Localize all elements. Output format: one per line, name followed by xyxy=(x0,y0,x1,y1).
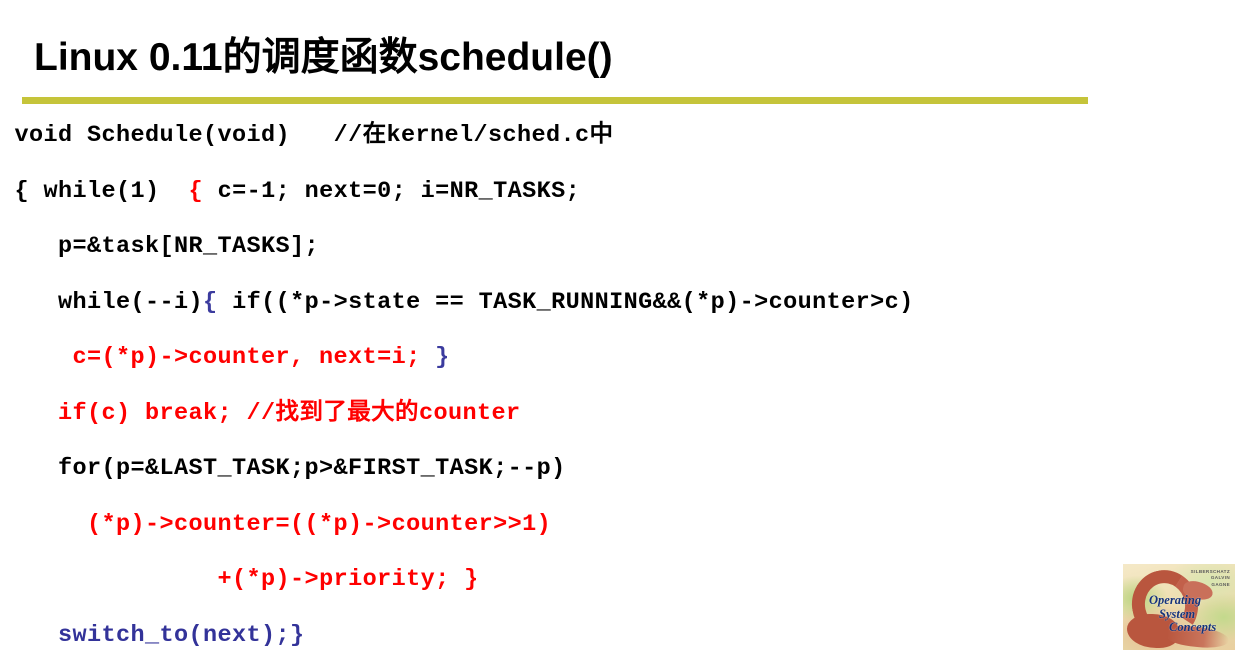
slide-canvas: Linux 0.11的调度函数schedule() void Schedule(… xyxy=(0,0,1239,654)
code-indent xyxy=(0,344,73,371)
book-title-line-2: System xyxy=(1159,608,1233,622)
title-divider xyxy=(22,97,1088,104)
code-line: (*p)->counter=((*p)->counter>>1) xyxy=(0,497,1239,553)
code-line: if(c) break; //找到了最大的counter xyxy=(0,386,1239,442)
code-token: c=-1; next=0; i=NR_TASKS; xyxy=(203,178,580,205)
code-line: p=&task[NR_TASKS]; xyxy=(0,219,1239,275)
book-author-3: GAGNE xyxy=(1191,582,1230,588)
code-indent xyxy=(0,233,58,260)
code-token: while(--i) xyxy=(58,289,203,316)
code-token: { xyxy=(203,289,218,316)
code-indent xyxy=(0,122,15,149)
book-title-line-1: Operating xyxy=(1149,594,1233,608)
code-token: c=(*p)->counter, next=i; xyxy=(73,344,436,371)
code-line: void Schedule(void) //在kernel/sched.c中 xyxy=(0,108,1239,164)
code-line: for(p=&LAST_TASK;p>&FIRST_TASK;--p) xyxy=(0,441,1239,497)
code-indent xyxy=(0,622,44,649)
code-indent xyxy=(0,178,15,205)
book-title-line-3: Concepts xyxy=(1169,621,1233,635)
code-token: if((*p->state == TASK_RUNNING&&(*p)->cou… xyxy=(218,289,914,316)
code-token: switch_to(next);} xyxy=(44,622,305,649)
book-cover-title: Operating System Concepts xyxy=(1149,594,1233,635)
code-indent xyxy=(0,511,87,538)
code-indent xyxy=(0,566,218,593)
code-token: void Schedule(void) //在kernel/sched.c中 xyxy=(15,122,614,149)
code-token: (*p)->counter=((*p)->counter>>1) xyxy=(87,511,551,538)
code-token: } xyxy=(435,344,450,371)
book-authors: SILBERSCHATZ GALVIN GAGNE xyxy=(1191,569,1230,588)
code-indent xyxy=(0,289,58,316)
code-line: c=(*p)->counter, next=i; } xyxy=(0,330,1239,386)
code-indent xyxy=(0,400,58,427)
code-line: switch_to(next);} xyxy=(0,608,1239,663)
code-line: +(*p)->priority; } xyxy=(0,552,1239,608)
code-line: while(--i){ if((*p->state == TASK_RUNNIN… xyxy=(0,275,1239,331)
code-token: for(p=&LAST_TASK;p>&FIRST_TASK;--p) xyxy=(58,455,566,482)
operating-system-concepts-book-cover: SILBERSCHATZ GALVIN GAGNE Operating Syst… xyxy=(1123,564,1235,650)
page-title: Linux 0.11的调度函数schedule() xyxy=(34,34,1134,82)
code-token: p=&task[NR_TASKS]; xyxy=(58,233,319,260)
code-token: if(c) break; //找到了最大的counter xyxy=(58,400,520,427)
code-block: void Schedule(void) //在kernel/sched.c中 {… xyxy=(0,108,1239,663)
code-token: { while(1) xyxy=(15,178,189,205)
code-token: { xyxy=(189,178,204,205)
code-line: { while(1) { c=-1; next=0; i=NR_TASKS; xyxy=(0,164,1239,220)
code-token: +(*p)->priority; } xyxy=(218,566,479,593)
code-indent xyxy=(0,455,58,482)
